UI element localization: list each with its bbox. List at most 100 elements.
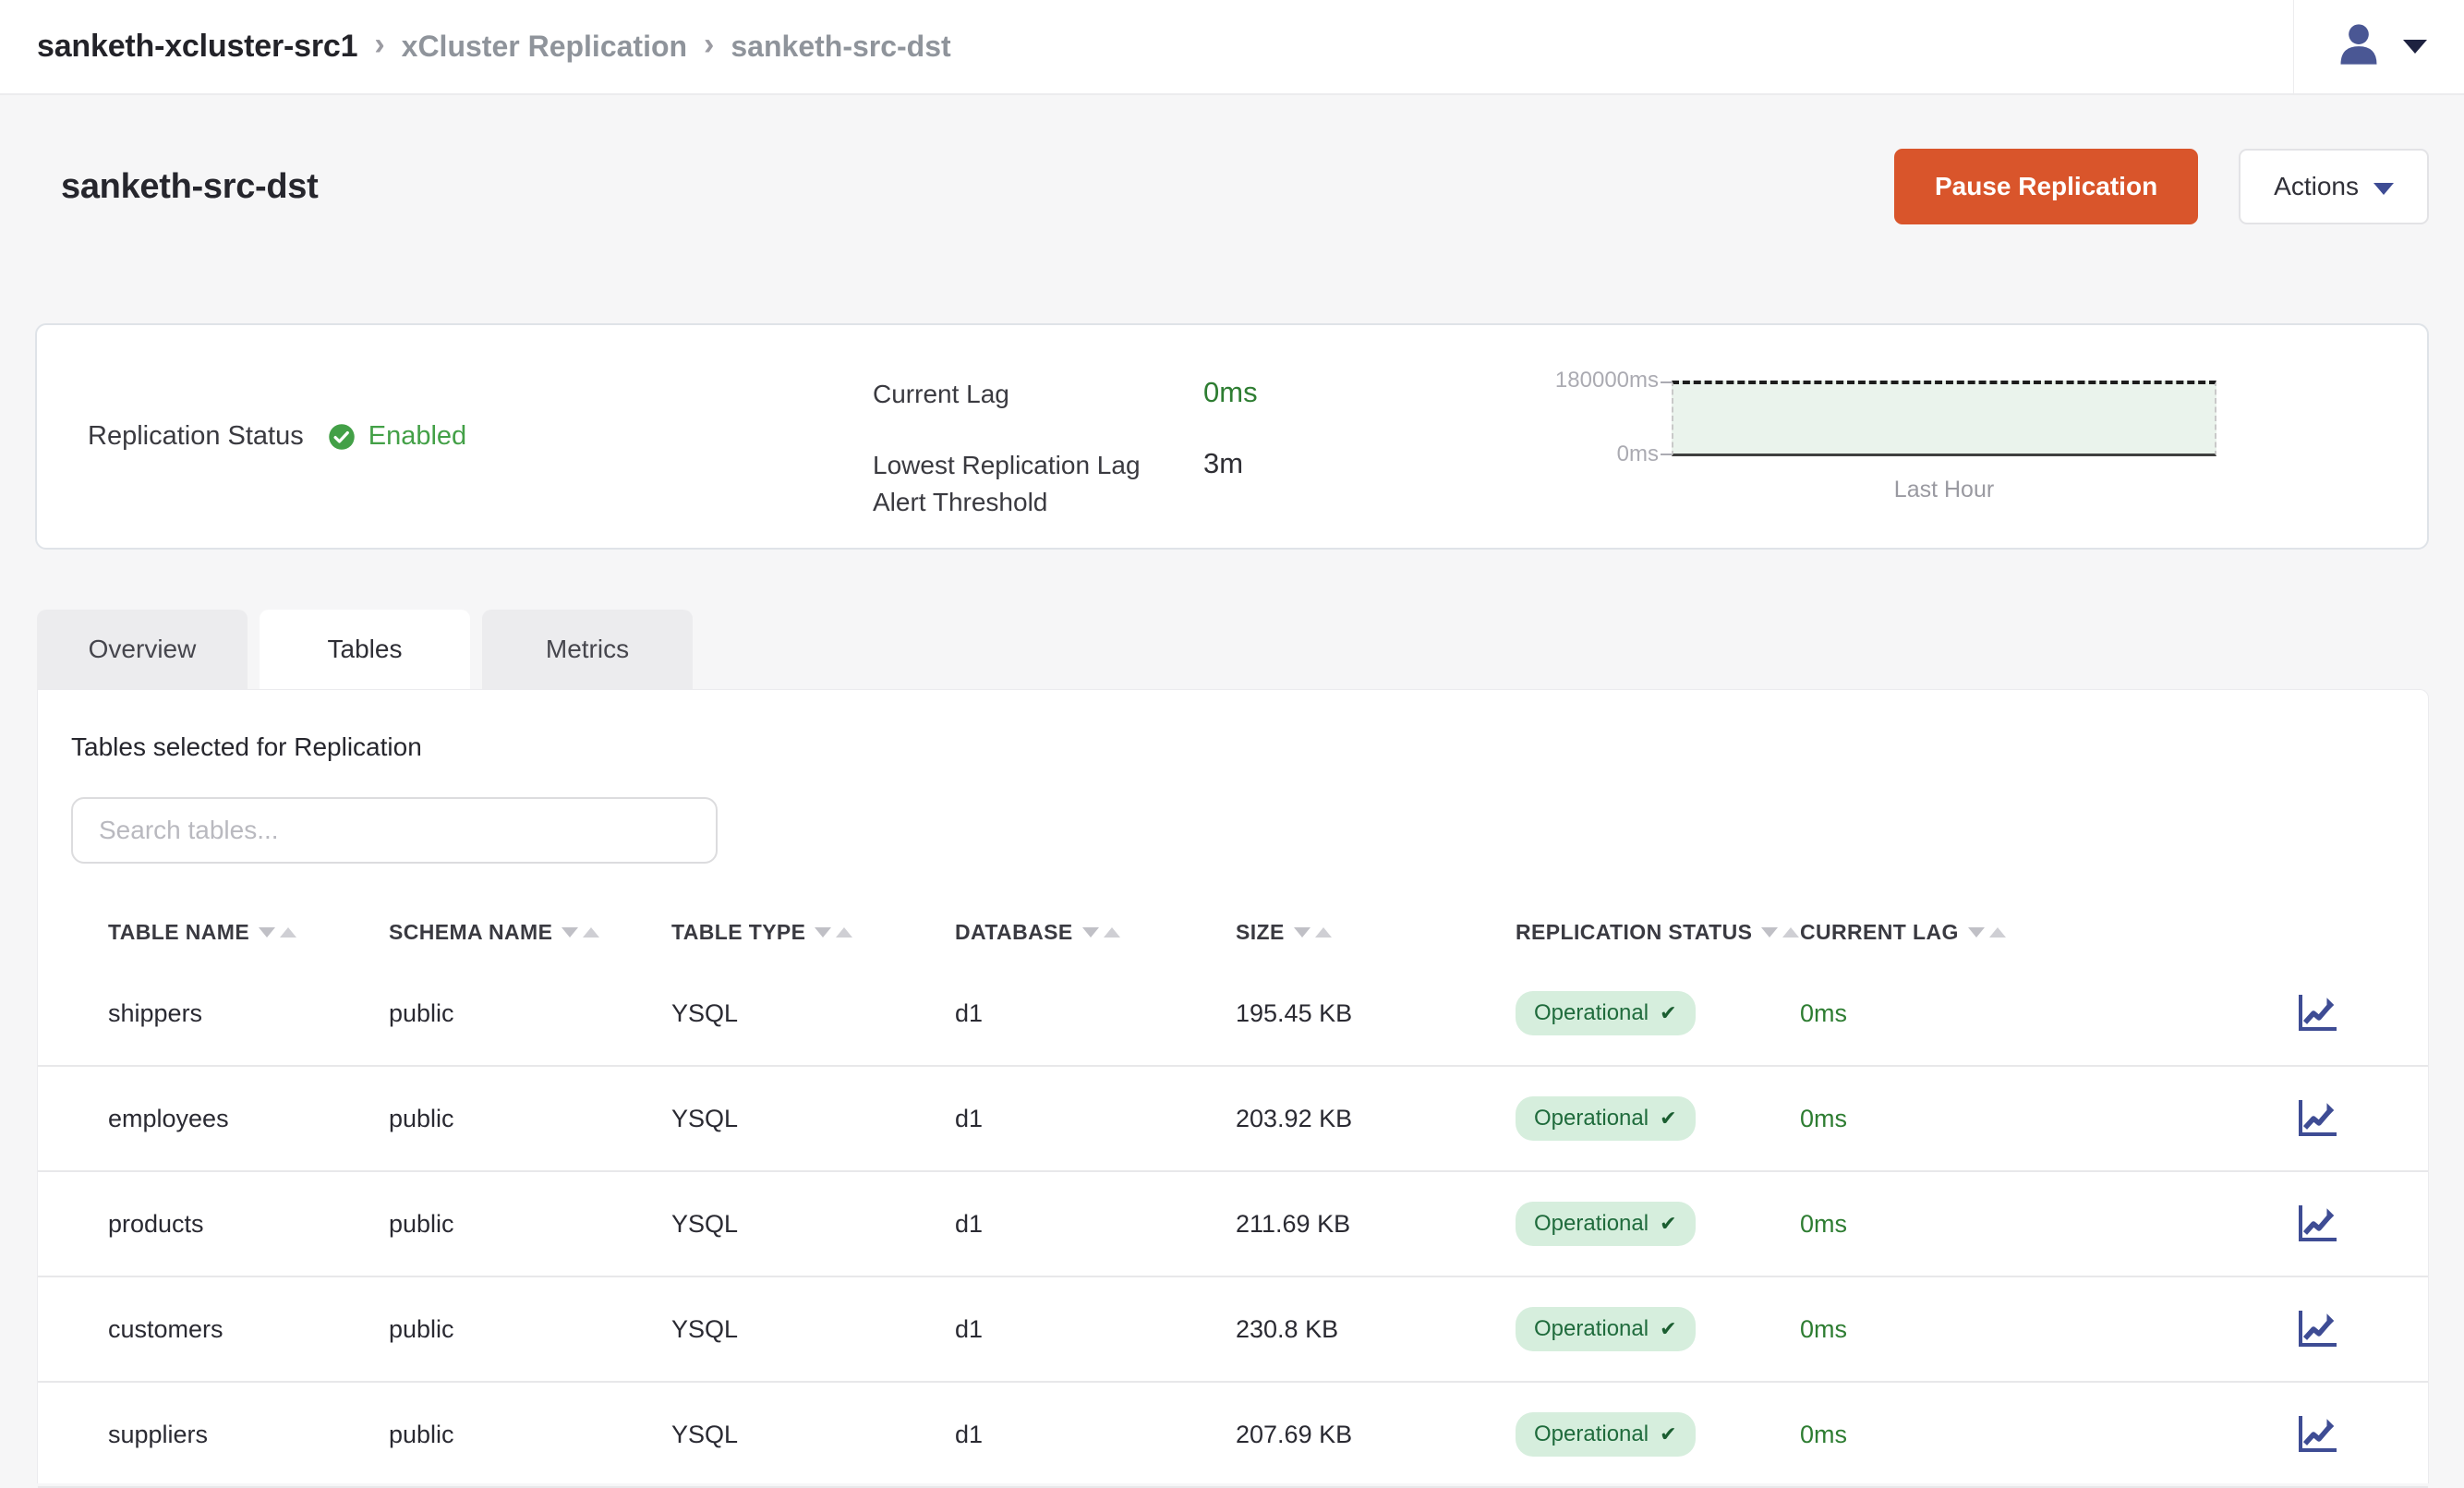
- cell-database: d1: [955, 1105, 1236, 1133]
- cell-size: 211.69 KB: [1236, 1210, 1516, 1239]
- trend-chart-icon: [2296, 1204, 2340, 1244]
- replication-status-card: Replication Status Enabled Current Lag 0…: [35, 323, 2429, 550]
- check-icon: ✔: [1660, 1212, 1676, 1236]
- cell-current-lag: 0ms: [1800, 1210, 2293, 1239]
- cell-database: d1: [955, 999, 1236, 1028]
- tab-bar: Overview Tables Metrics: [37, 610, 693, 689]
- actions-button[interactable]: Actions: [2239, 149, 2429, 224]
- check-icon: ✔: [1660, 1422, 1676, 1446]
- status-badge: Operational ✔: [1516, 1096, 1696, 1141]
- column-header-replication-status[interactable]: REPLICATION STATUS: [1516, 920, 1800, 945]
- cell-table-type: YSQL: [671, 1315, 955, 1344]
- breadcrumb-separator-icon: ›: [374, 27, 384, 63]
- pause-replication-button[interactable]: Pause Replication: [1894, 149, 2198, 224]
- user-icon: [2335, 20, 2383, 73]
- cell-size: 230.8 KB: [1236, 1315, 1516, 1344]
- status-badge: Operational ✔: [1516, 1202, 1696, 1246]
- table-row[interactable]: suppliers public YSQL d1 207.69 KB Opera…: [38, 1383, 2428, 1488]
- sort-icon: [1761, 927, 1799, 938]
- sort-icon: [1294, 927, 1332, 938]
- cell-table-name: employees: [108, 1105, 389, 1133]
- lag-graph-button[interactable]: [2293, 991, 2343, 1035]
- check-icon: ✔: [1660, 1317, 1676, 1341]
- cell-current-lag: 0ms: [1800, 1315, 2293, 1344]
- trend-chart-icon: [2296, 1098, 2340, 1139]
- cell-database: d1: [955, 1315, 1236, 1344]
- table-row[interactable]: products public YSQL d1 211.69 KB Operat…: [38, 1172, 2428, 1277]
- chart-plot-area: [1672, 381, 2216, 456]
- table-body: shippers public YSQL d1 195.45 KB Operat…: [38, 962, 2428, 1488]
- lag-graph-button[interactable]: [2293, 1096, 2343, 1141]
- lag-graph-button[interactable]: [2293, 1307, 2343, 1351]
- column-header-database[interactable]: DATABASE: [955, 920, 1236, 945]
- sort-icon: [259, 927, 296, 938]
- table-header-row: TABLE NAME SCHEMA NAME TABLE TYPE DATABA…: [38, 902, 2428, 962]
- cell-schema-name: public: [389, 1210, 671, 1239]
- chart-ymin-label: 0ms: [1617, 442, 1659, 467]
- axis-tick: [1661, 381, 1672, 383]
- lag-threshold-value: 3m: [1203, 447, 1258, 522]
- cell-schema-name: public: [389, 1315, 671, 1344]
- sort-icon: [815, 927, 852, 938]
- chart-x-caption: Last Hour: [1672, 477, 2216, 503]
- status-badge: Operational ✔: [1516, 991, 1696, 1035]
- lag-threshold-label: Lowest Replication Lag Alert Threshold: [873, 447, 1168, 522]
- cell-size: 207.69 KB: [1236, 1421, 1516, 1449]
- column-header-size[interactable]: SIZE: [1236, 920, 1516, 945]
- trend-chart-icon: [2296, 1309, 2340, 1349]
- page-title: sanketh-src-dst: [61, 167, 318, 207]
- trend-chart-icon: [2296, 993, 2340, 1034]
- sort-icon: [1968, 927, 2006, 938]
- breadcrumb-section[interactable]: xCluster Replication: [402, 30, 687, 64]
- cell-schema-name: public: [389, 1105, 671, 1133]
- tab-tables[interactable]: Tables: [260, 610, 470, 689]
- table-row[interactable]: employees public YSQL d1 203.92 KB Opera…: [38, 1067, 2428, 1172]
- column-header-schema-name[interactable]: SCHEMA NAME: [389, 920, 671, 945]
- header-divider: [2293, 0, 2294, 93]
- current-lag-value: 0ms: [1203, 376, 1258, 414]
- axis-tick: [1661, 454, 1672, 455]
- cell-current-lag: 0ms: [1800, 1105, 2293, 1133]
- cell-current-lag: 0ms: [1800, 999, 2293, 1028]
- cell-table-name: suppliers: [108, 1421, 389, 1449]
- chart-ymax-label: 180000ms: [1555, 368, 1659, 393]
- sort-icon: [1082, 927, 1120, 938]
- search-input[interactable]: [71, 797, 718, 864]
- table-row[interactable]: customers public YSQL d1 230.8 KB Operat…: [38, 1277, 2428, 1383]
- user-menu[interactable]: [2318, 20, 2427, 73]
- cell-size: 195.45 KB: [1236, 999, 1516, 1028]
- chevron-down-icon: [2403, 40, 2427, 54]
- breadcrumb: sanketh-xcluster-src1 › xCluster Replica…: [37, 29, 951, 65]
- top-navigation-bar: sanketh-xcluster-src1 › xCluster Replica…: [0, 0, 2464, 95]
- cell-database: d1: [955, 1210, 1236, 1239]
- lag-graph-button[interactable]: [2293, 1412, 2343, 1457]
- cell-table-name: shippers: [108, 999, 389, 1028]
- sort-icon: [562, 927, 599, 938]
- breadcrumb-universe[interactable]: sanketh-xcluster-src1: [37, 29, 357, 65]
- check-icon: ✔: [1660, 1001, 1676, 1025]
- cell-size: 203.92 KB: [1236, 1105, 1516, 1133]
- lag-mini-chart: 180000ms 0ms Last Hour: [1478, 381, 2309, 503]
- table-row[interactable]: shippers public YSQL d1 195.45 KB Operat…: [38, 962, 2428, 1067]
- replication-status-value: Enabled: [368, 421, 466, 452]
- lag-graph-button[interactable]: [2293, 1202, 2343, 1246]
- column-header-table-type[interactable]: TABLE TYPE: [671, 920, 955, 945]
- cell-table-type: YSQL: [671, 1105, 955, 1133]
- tab-overview[interactable]: Overview: [37, 610, 248, 689]
- current-lag-label: Current Lag: [873, 376, 1178, 414]
- tables-panel: Tables selected for Replication TABLE NA…: [37, 689, 2429, 1483]
- check-circle-icon: [328, 423, 356, 451]
- cell-table-name: products: [108, 1210, 389, 1239]
- column-header-table-name[interactable]: TABLE NAME: [108, 920, 389, 945]
- tab-metrics[interactable]: Metrics: [482, 610, 693, 689]
- status-badge: Operational ✔: [1516, 1307, 1696, 1351]
- cell-database: d1: [955, 1421, 1236, 1449]
- chevron-down-icon: [2373, 183, 2394, 195]
- trend-chart-icon: [2296, 1414, 2340, 1455]
- check-icon: ✔: [1660, 1107, 1676, 1131]
- cell-schema-name: public: [389, 999, 671, 1028]
- column-header-current-lag[interactable]: CURRENT LAG: [1800, 920, 2293, 945]
- panel-heading: Tables selected for Replication: [38, 690, 2428, 762]
- replication-status-label: Replication Status: [88, 421, 304, 452]
- cell-current-lag: 0ms: [1800, 1421, 2293, 1449]
